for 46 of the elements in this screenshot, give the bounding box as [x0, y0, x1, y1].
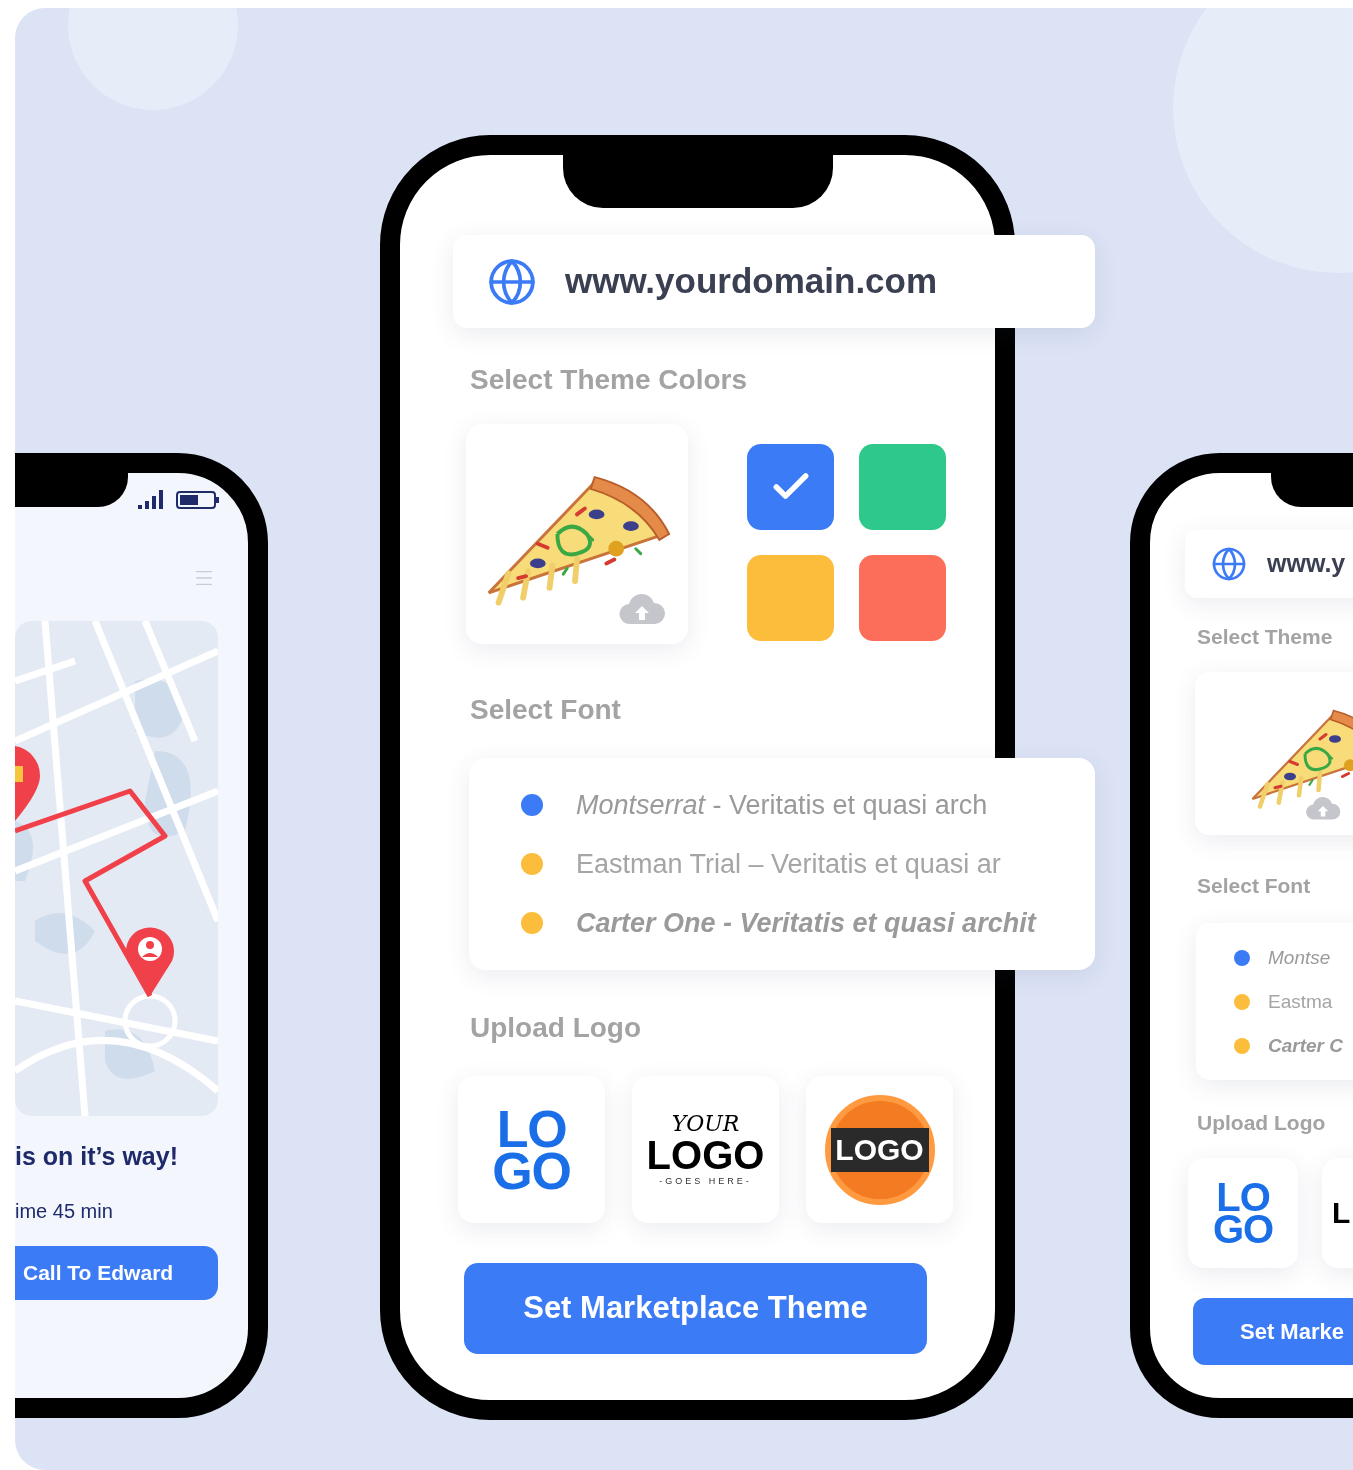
color-swatch[interactable] — [747, 555, 834, 641]
logo-card[interactable]: LO GO — [1188, 1158, 1298, 1268]
font-option[interactable]: Eastma — [1268, 988, 1333, 1015]
url-bar[interactable]: www.y — [1185, 530, 1353, 598]
logo-text: LO — [496, 1107, 567, 1150]
logo-text: GO — [1212, 1213, 1274, 1245]
cloud-upload-icon[interactable] — [1305, 797, 1341, 821]
logo-text: LO — [1216, 1181, 1270, 1213]
eta-text: ime 45 min — [15, 1199, 114, 1224]
set-theme-button[interactable]: Set Marketplace Theme — [464, 1263, 927, 1354]
color-swatch[interactable] — [859, 444, 946, 530]
font-option[interactable]: Eastman Trial – Veritatis et quasi ar — [576, 847, 1001, 881]
image-card[interactable] — [466, 424, 688, 644]
font-option[interactable]: Carter One - Veritatis et quasi archit — [576, 906, 1036, 940]
logo-text: L — [1332, 1196, 1351, 1230]
globe-icon — [487, 256, 537, 307]
url-bar[interactable]: www.yourdomain.com — [453, 235, 1095, 328]
battery-icon — [176, 491, 220, 509]
set-theme-button[interactable]: Set Marke — [1193, 1298, 1353, 1365]
section-heading: Upload Logo — [470, 1012, 643, 1044]
logo-text: -GOES HERE- — [659, 1174, 752, 1187]
color-swatch[interactable] — [747, 444, 834, 530]
font-option[interactable]: Montse — [1268, 944, 1331, 971]
globe-icon — [1211, 546, 1247, 582]
logo-text: YOUR — [671, 1112, 740, 1135]
color-swatch[interactable] — [859, 555, 946, 641]
logo-card[interactable]: LOGO — [806, 1076, 953, 1223]
logo-card[interactable]: L — [1322, 1158, 1353, 1268]
headline: is on it’s way! — [15, 1141, 179, 1172]
cloud-upload-icon[interactable] — [618, 594, 666, 626]
logo-text: GO — [492, 1149, 571, 1192]
logo-text: LOGO — [646, 1134, 765, 1175]
section-heading: Select Theme — [1197, 624, 1334, 650]
section-heading: Upload Logo — [1197, 1110, 1327, 1136]
image-card[interactable] — [1195, 672, 1353, 835]
logo-card[interactable]: LO GO — [458, 1076, 605, 1223]
url-text: www.yourdomain.com — [565, 260, 938, 303]
section-heading: Select Theme Colors — [470, 364, 748, 396]
logo-text: LOGO — [835, 1132, 924, 1167]
section-heading: Select Font — [470, 694, 622, 726]
call-button[interactable]: Call To Edward — [15, 1246, 218, 1300]
font-option[interactable]: Montserrat - Veritatis et quasi arch — [576, 788, 988, 822]
font-option[interactable]: Carter C — [1268, 1032, 1343, 1059]
section-heading: Select Font — [1197, 873, 1312, 899]
logo-card[interactable]: YOUR LOGO -GOES HERE- — [632, 1076, 779, 1223]
url-text: www.y — [1267, 548, 1346, 580]
